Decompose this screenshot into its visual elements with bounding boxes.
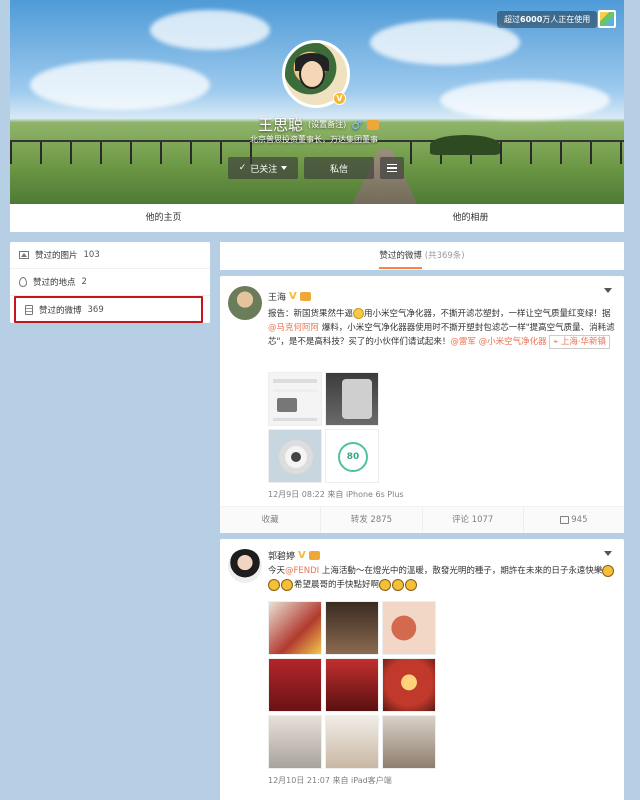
post-image[interactable]: [325, 715, 379, 769]
mention-link[interactable]: @马克何阿阿: [268, 323, 319, 333]
comment-button[interactable]: 评论 1077: [423, 507, 524, 533]
level-icon: [308, 551, 320, 560]
post-image[interactable]: [268, 658, 322, 712]
liked-weibo-count: (共369条): [424, 251, 465, 261]
post-image[interactable]: 80: [325, 429, 379, 483]
profile-name-row: 王思聪 (设置备注) ♂: [258, 114, 380, 135]
cloud: [440, 80, 610, 120]
emoji-icon: [281, 578, 293, 591]
feed-card: 郭碧婷 V 今天@FENDI 上海活動～在燈光中的溫暖，散發光明的種子，期許在未…: [220, 539, 624, 800]
tab-album[interactable]: 他的相册: [317, 204, 624, 232]
emoji-icon: [268, 578, 280, 591]
liked-sidebar: 赞过的图片 103 赞过的地点 2 赞过的微博 369: [10, 242, 210, 323]
mention-link[interactable]: @FENDI: [285, 566, 319, 576]
verified-icon: V: [289, 291, 297, 302]
avatar[interactable]: [228, 286, 262, 320]
post-image[interactable]: [325, 601, 379, 655]
post-image[interactable]: [268, 372, 322, 426]
tree: [430, 135, 500, 155]
emoji-icon: [602, 564, 615, 577]
post-author: 王海 V: [268, 290, 311, 303]
cloud: [30, 60, 210, 110]
chevron-down-icon: [281, 166, 288, 170]
post-image[interactable]: [268, 429, 322, 483]
liked-weibo-title[interactable]: 赞过的微博: [379, 251, 422, 269]
document-icon: [25, 304, 33, 315]
skin-icon[interactable]: [598, 10, 616, 28]
menu-icon: [387, 163, 397, 166]
tab-home[interactable]: 他的主页: [10, 204, 317, 232]
location-pin-icon: [19, 277, 27, 287]
sidebar-item-liked-places[interactable]: 赞过的地点 2: [10, 269, 210, 296]
sidebar-item-liked-images[interactable]: 赞过的图片 103: [10, 242, 210, 269]
profile-name: 王思聪: [258, 116, 304, 134]
post-text: 报告：新国货果然牛逼 用小米空气净化器，不撕开滤芯塑封，一样让空气质量红变绿！据@…: [268, 308, 615, 349]
profile-tabs: 他的主页 他的相册: [10, 204, 624, 232]
post-meta[interactable]: 12月10日 21:07 来自 iPad客户端: [268, 775, 392, 786]
chevron-down-icon[interactable]: [604, 551, 612, 556]
level-icon: [367, 119, 380, 130]
more-menu-button[interactable]: [380, 157, 404, 179]
set-remark-link[interactable]: (设置备注): [308, 119, 346, 130]
image-icon: [19, 251, 29, 259]
mention-link[interactable]: @小米空气净化器: [479, 337, 547, 347]
post-image[interactable]: [382, 601, 436, 655]
chevron-down-icon[interactable]: [604, 288, 612, 293]
profile-bio: 北京普思投资董事长，万达集团董事: [250, 135, 378, 144]
post-meta[interactable]: 12月9日 08:22 来自 iPhone 6s Plus: [268, 489, 404, 500]
cloud: [150, 10, 270, 50]
verified-icon: V: [298, 550, 306, 561]
air-quality-gauge: 80: [338, 442, 368, 472]
post-image[interactable]: [382, 715, 436, 769]
sidebar-item-liked-weibo[interactable]: 赞过的微博 369: [14, 296, 203, 323]
following-button[interactable]: ✓ 已关注: [228, 157, 298, 179]
emoji-icon: [379, 578, 392, 591]
thumbs-up-icon: [560, 515, 570, 524]
post-actions: 收藏 转发 2875 评论 1077 945: [220, 506, 624, 533]
male-icon: ♂: [351, 117, 363, 132]
post-image[interactable]: [382, 658, 436, 712]
post-text: 今天@FENDI 上海活動～在燈光中的溫暖，散發光明的種子，期許在未來的日子永遠…: [268, 564, 616, 592]
message-button[interactable]: 私信: [304, 157, 374, 179]
post-image[interactable]: [268, 715, 322, 769]
verified-icon: V: [333, 92, 346, 105]
mention-link[interactable]: @雷军: [450, 337, 476, 347]
post-image[interactable]: [325, 372, 379, 426]
post-image[interactable]: [325, 658, 379, 712]
repost-button[interactable]: 转发 2875: [321, 507, 423, 533]
liked-weibo-header: 赞过的微博 (共369条): [220, 242, 624, 270]
post-image[interactable]: [268, 601, 322, 655]
location-tag[interactable]: ⌖ 上海·华新镇: [549, 335, 611, 349]
favorite-button[interactable]: 收藏: [220, 507, 322, 533]
emoji-icon: [405, 578, 418, 591]
feed-card: 王海 V 报告：新国货果然牛逼 用小米空气净化器，不撕开滤芯塑封，一样让空气质量红…: [220, 276, 624, 533]
emoji-icon: [353, 308, 365, 319]
post-author: 郭碧婷 V: [268, 549, 320, 562]
emoji-icon: [392, 578, 405, 591]
avatar[interactable]: [228, 549, 262, 583]
usage-badge[interactable]: 超过6000万人正在使用: [497, 11, 598, 28]
level-icon: [299, 292, 311, 301]
like-button[interactable]: 945: [524, 507, 624, 533]
check-icon: ✓: [238, 163, 247, 173]
